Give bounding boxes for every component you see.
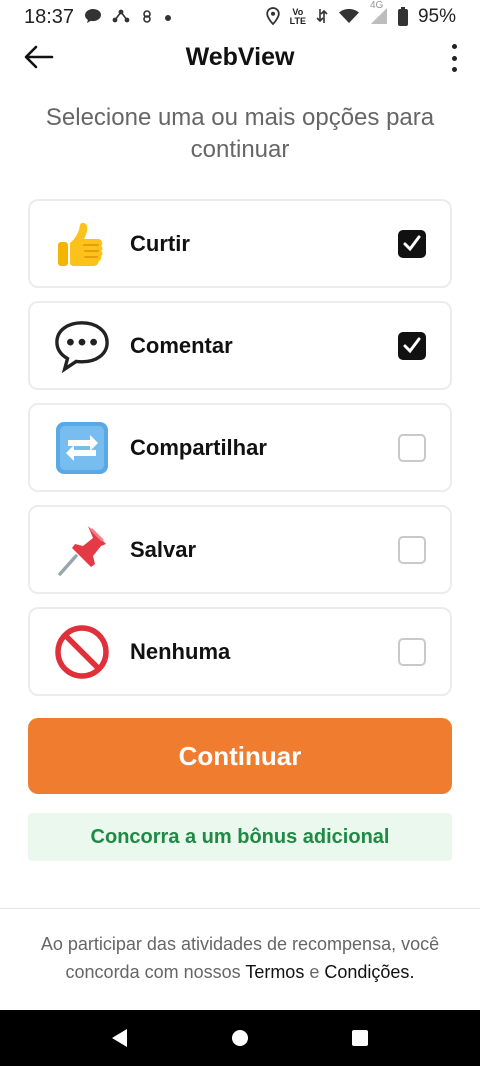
option-label: Nenhuma [130,638,231,664]
option-nenhuma[interactable]: Nenhuma [28,607,452,696]
terms-suffix: . [409,962,415,982]
terms-text: Ao participar das atividades de recompen… [20,930,460,986]
speech-bubble-icon [54,318,110,374]
back-button[interactable] [22,40,56,74]
data-transfer-icon [316,7,328,28]
option-label: Comentar [130,332,233,358]
network-type-label: 4G [369,0,384,11]
screen: 18:37 Vo LTE 4G 95% WebView Selecione um… [0,0,480,1066]
nav-home-button[interactable] [220,1018,260,1058]
option-salvar[interactable]: Salvar [28,505,452,594]
status-bar: 18:37 Vo LTE 4G 95% [0,0,480,34]
thumbs-up-icon [54,216,110,272]
terms-conjunction: e [309,962,320,982]
terms-link[interactable]: Termos [245,962,304,982]
status-time: 18:37 [24,5,75,28]
triangle-back-icon [112,1029,127,1047]
option-checkbox[interactable] [398,535,426,564]
conditions-link[interactable]: Condições [324,962,409,982]
more-vertical-icon-dot [451,67,457,72]
battery-icon [397,6,408,26]
more-options-button[interactable] [444,42,464,74]
prohibited-icon [54,624,110,680]
volte-indicator: Vo LTE [290,8,306,26]
option-checkbox[interactable] [398,637,426,666]
volte-bottom-label: LTE [289,16,306,26]
status-right: Vo LTE 4G 95% [265,0,456,28]
chat-notification-icon [84,8,102,27]
network-share-icon [112,8,130,27]
status-left: 18:37 [24,6,172,29]
wifi-icon [338,8,360,27]
divider [0,908,480,909]
square-recents-icon [352,1030,368,1046]
battery-percent: 95% [417,6,456,27]
circle-home-icon [232,1030,248,1046]
nav-back-button[interactable] [100,1018,140,1058]
nav-recents-button[interactable] [340,1018,380,1058]
option-label: Salvar [130,536,197,562]
option-label: Compartilhar [130,434,267,460]
more-vertical-icon [451,44,457,49]
option-checkbox[interactable] [398,229,426,258]
cell-signal-icon: 4G [370,0,388,28]
check-icon [403,337,421,353]
option-checkbox[interactable] [398,331,426,360]
pushpin-icon [54,522,110,578]
arrow-left-icon [24,45,54,69]
instruction-text: Selecione uma ou mais opções para contin… [45,104,435,163]
continue-button[interactable]: Continuar [28,718,452,794]
repeat-arrows-icon [54,420,110,476]
location-icon [265,6,280,28]
option-label: Curtir [130,230,190,256]
system-nav-bar [0,1010,480,1066]
check-icon [403,235,421,251]
option-comentar[interactable]: Comentar [28,301,452,390]
more-notifications-dot-icon [164,10,172,25]
more-vertical-icon-dot [451,55,457,61]
app-bar: WebView [0,34,480,80]
options-list: Curtir Comentar Compartilhar Salvar Nenh… [28,199,452,709]
page-title: WebView [185,42,295,71]
option-curtir[interactable]: Curtir [28,199,452,288]
bonus-banner[interactable]: Concorra a um bônus adicional [28,813,452,861]
app-notification-icon [140,9,154,26]
option-checkbox[interactable] [398,433,426,462]
option-compartilhar[interactable]: Compartilhar [28,403,452,492]
